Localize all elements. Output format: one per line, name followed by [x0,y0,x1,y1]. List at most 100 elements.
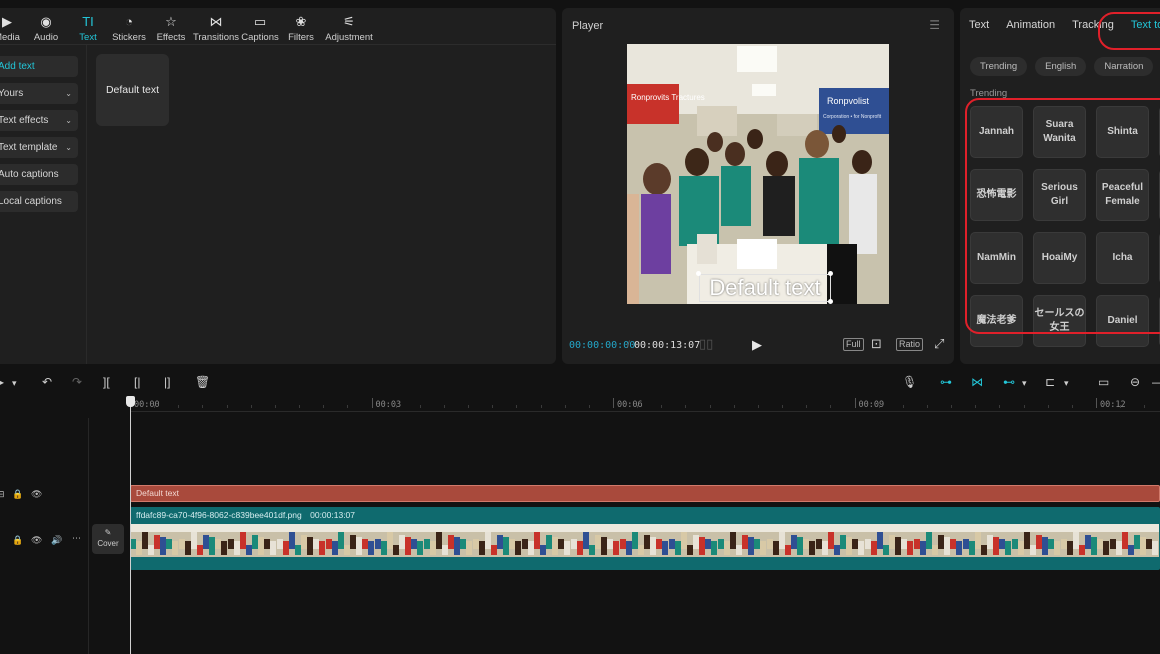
filmstrip-frame [669,524,718,557]
toolbar-label: Text [79,32,97,43]
toolbar-label: Effects [156,32,186,43]
toolbar-adjustment[interactable]: ⚟ Adjustment [322,8,376,44]
chip-english[interactable]: English [1035,57,1087,76]
cover-button[interactable]: ✎ Cover [92,524,124,554]
default-text-card[interactable]: Default text [96,54,169,126]
zoom-slider[interactable]: — [1152,375,1160,389]
eye-icon[interactable]: 👁 [31,489,42,500]
chip-narration[interactable]: Narration [1094,57,1154,76]
ruler-tick [1096,398,1097,408]
select-tool-icon[interactable]: ▸ [0,375,4,389]
video-clip-name: ffdafc89-ca70-4f96-8062-c839bee401df.png [136,510,302,520]
adjustment-icon: ⚟ [343,13,355,29]
split-right-icon[interactable]: |] [164,375,170,389]
ruler-minor-tick [299,405,301,408]
edit-icon: ✎ [104,528,112,537]
track-header-divider [88,418,89,654]
ruler-label: 00:03 [375,400,402,410]
link-clips-icon[interactable]: ⊷ [1003,375,1015,389]
chevron-down-icon[interactable]: ▾ [1022,378,1027,389]
more-icon[interactable]: ⋯ [72,533,81,544]
ruler-minor-tick [154,405,156,408]
toolbar-divider [0,44,556,45]
captions-toggle-icon[interactable]: ▭ [1098,375,1109,389]
playhead-handle[interactable] [126,396,135,407]
toolbar-filters[interactable]: ❀ Filters [280,8,322,44]
toolbar-label: Stickers [112,32,146,43]
toolbar-captions[interactable]: ▭ Captions [240,8,280,44]
toolbar-transitions[interactable]: ⋈ Transitions [192,8,240,44]
play-icon[interactable]: ▶ [752,337,762,353]
toolbar-stickers[interactable]: ◔ Stickers [108,8,150,44]
chevron-down-icon: ⌄ [65,143,72,152]
ruler-minor-tick [323,405,325,408]
split-icon[interactable]: ][ [103,375,110,389]
filmstrip-frame [179,524,228,557]
side-item-text-effects[interactable]: Text effects ⌄ [0,110,78,131]
link-main-track-icon[interactable]: ⊶ [940,375,952,389]
ruler-minor-tick [733,405,735,408]
eye-icon[interactable]: 👁 [31,535,42,546]
chevron-down-icon[interactable]: ▾ [12,378,17,389]
chevron-down-icon[interactable]: ▾ [1064,378,1069,389]
ruler-minor-tick [516,405,518,408]
captions-icon: ▭ [253,13,267,29]
delete-icon[interactable]: 🗑 [195,375,210,389]
filmstrip-frame [277,524,326,557]
tab-highlight-annotation [1098,12,1160,50]
full-button[interactable]: Full [843,338,864,351]
filmstrip-frame [130,524,179,557]
audio-mute-icon[interactable]: 🔊 [51,535,62,546]
filmstrip-frame [1110,524,1159,557]
toolbar-effects[interactable]: ☆ Effects [150,8,192,44]
preview-axis-icon[interactable]: ⊏ [1045,375,1055,389]
frame-step-icon[interactable]: ▯▯ [699,336,713,352]
microphone-icon[interactable]: 🎙 [902,375,917,389]
audio-icon: ◉ [40,13,52,29]
side-item-local-captions[interactable]: Local captions [0,191,78,212]
ruler-minor-tick [1047,405,1049,408]
ruler-minor-tick [1120,405,1122,408]
fullscreen-icon[interactable]: ⤢ [934,336,944,352]
effects-icon: ☆ [165,13,177,29]
lock-icon[interactable]: 🔒 [12,489,23,500]
player-menu-icon[interactable]: ☰ [929,18,940,32]
toolbar-text[interactable]: TI Text [68,8,108,44]
overlay-text-box[interactable]: Default text [699,274,831,302]
playhead-line[interactable] [130,396,131,654]
chip-trending[interactable]: Trending [970,57,1028,76]
tab-animation[interactable]: Animation [997,8,1063,44]
ruler-minor-tick [1071,405,1073,408]
ruler-label: 00:00 [134,400,160,410]
stickers-icon: ◔ [125,13,133,29]
side-item-yours[interactable]: Yours ⌄ [0,83,78,104]
toolbar-label: Captions [241,32,279,43]
ruler-minor-tick [757,405,759,408]
ruler-minor-tick [926,405,928,408]
resize-handle-top-left[interactable] [696,271,701,276]
toolbar-audio[interactable]: ◉ Audio [24,8,68,44]
resize-handle-top-right[interactable] [828,271,833,276]
text-clip[interactable]: Default text [130,485,1160,502]
tab-text[interactable]: Text [960,8,997,44]
resize-handle-bottom-right[interactable] [828,299,833,304]
redo-icon[interactable]: ↷ [72,375,82,389]
side-item-add-text[interactable]: Add text [0,56,78,77]
video-preview[interactable]: Ronprovits Tractures Ronpvolist Corporat… [627,44,889,304]
ruler-minor-tick [782,405,784,408]
undo-icon[interactable]: ↶ [42,375,52,389]
magnet-icon[interactable]: ⋈ [971,375,983,389]
ratio-button[interactable]: Ratio [896,338,924,351]
zoom-out-icon[interactable]: ⊖ [1130,375,1140,389]
split-left-icon[interactable]: [| [134,375,140,389]
lock-icon[interactable]: 🔒 [12,535,23,546]
screenshot-icon[interactable]: ⊡ [871,336,882,352]
side-item-text-template[interactable]: Text template ⌄ [0,137,78,158]
track-lock-icon[interactable]: ⊟ [0,489,5,500]
player-panel: Player ☰ Ronprovits Tractures Ronpvolist… [562,8,954,364]
text-icon: TI [82,13,94,29]
toolbar-media[interactable]: ▶ Media [0,8,24,44]
video-filmstrip [130,524,1160,557]
side-item-auto-captions[interactable]: Auto captions [0,164,78,185]
timeline-ruler[interactable]: 00:00 00:03 00:06 00:09 00:12 [130,396,1160,412]
